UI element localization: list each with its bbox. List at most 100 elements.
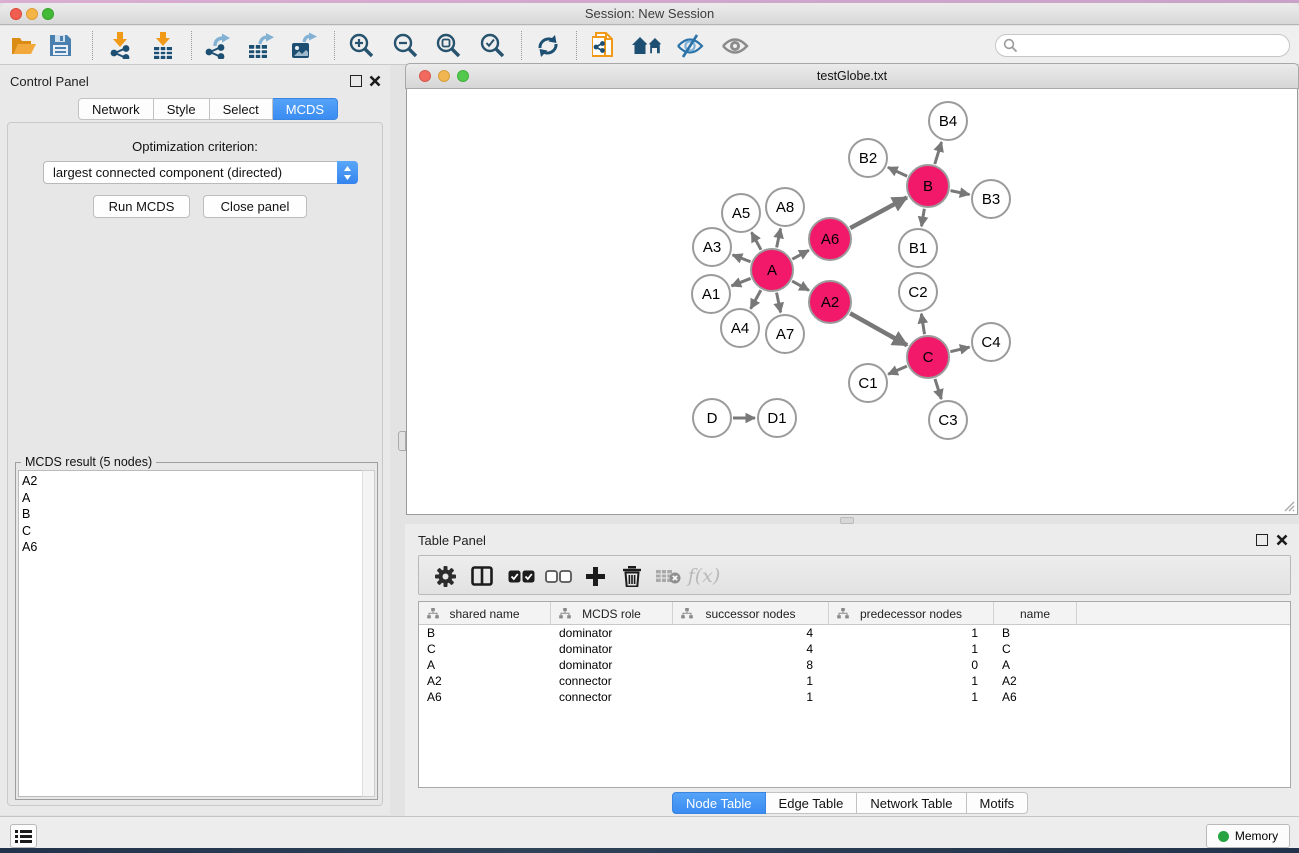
edge-C-C4[interactable]: [950, 347, 969, 352]
graph-node-D1[interactable]: D1: [758, 399, 796, 437]
close-table-panel-icon[interactable]: [1276, 534, 1288, 546]
graph-node-C4[interactable]: C4: [972, 323, 1010, 361]
new-network-file-icon[interactable]: [586, 29, 622, 62]
zoom-fit-icon[interactable]: [430, 29, 466, 62]
graph-node-A7[interactable]: A7: [766, 315, 804, 353]
graph-node-A3[interactable]: A3: [693, 228, 731, 266]
edge-A-A4[interactable]: [751, 290, 761, 309]
delete-columns-trash-icon[interactable]: [616, 560, 648, 592]
graph-node-C[interactable]: C: [907, 336, 949, 378]
search-input[interactable]: [1018, 37, 1289, 55]
open-session-icon[interactable]: [6, 29, 42, 62]
search-field[interactable]: [995, 34, 1290, 57]
tab-mcds[interactable]: MCDS: [273, 98, 338, 120]
hide-graphics-details-icon[interactable]: [672, 29, 708, 62]
table-row[interactable]: Bdominator41B: [419, 625, 1290, 641]
graph-node-C3[interactable]: C3: [929, 401, 967, 439]
mcds-result-item[interactable]: A2: [22, 473, 362, 490]
edge-B-B4[interactable]: [935, 142, 942, 164]
zoom-in-icon[interactable]: [343, 29, 379, 62]
import-network-icon[interactable]: [102, 29, 138, 62]
tab-edge-table[interactable]: Edge Table: [766, 792, 858, 814]
mcds-result-item[interactable]: A: [22, 490, 362, 507]
mcds-result-item[interactable]: C: [22, 523, 362, 540]
edge-A-A7[interactable]: [777, 293, 781, 313]
graph-node-C1[interactable]: C1: [849, 364, 887, 402]
tab-select[interactable]: Select: [210, 98, 273, 120]
zoom-out-icon[interactable]: [387, 29, 423, 62]
network-canvas[interactable]: B4B2BB3A5A8A6B1A3AA1C2A2A4A7C4CC1C3DD1: [406, 89, 1298, 515]
graph-node-B1[interactable]: B1: [899, 229, 937, 267]
create-column-plus-icon[interactable]: [579, 560, 611, 592]
settings-gear-icon[interactable]: [429, 560, 461, 592]
close-panel-button[interactable]: Close panel: [203, 195, 307, 218]
graph-node-B2[interactable]: B2: [849, 139, 887, 177]
edge-C-C1[interactable]: [888, 366, 907, 374]
edge-A2-C[interactable]: [850, 313, 907, 345]
delete-table-icon[interactable]: [652, 560, 684, 592]
column-header-name[interactable]: name: [994, 602, 1077, 625]
graph-node-D[interactable]: D: [693, 399, 731, 437]
graph-node-A1[interactable]: A1: [692, 275, 730, 313]
task-history-button[interactable]: [10, 824, 37, 848]
tab-motifs[interactable]: Motifs: [967, 792, 1029, 814]
edge-A-A6[interactable]: [792, 250, 809, 259]
tab-network-table[interactable]: Network Table: [857, 792, 966, 814]
function-builder-icon[interactable]: f(x): [688, 560, 720, 592]
export-image-icon[interactable]: [286, 29, 322, 62]
edge-A6-B[interactable]: [850, 197, 907, 228]
tab-network[interactable]: Network: [78, 98, 154, 120]
column-header-predecessor-nodes[interactable]: predecessor nodes: [829, 602, 994, 625]
graph-node-A2[interactable]: A2: [809, 281, 851, 323]
edge-A-A8[interactable]: [777, 229, 781, 248]
mcds-result-list[interactable]: A2ABCA6: [18, 470, 363, 797]
graph-node-A4[interactable]: A4: [721, 309, 759, 347]
deselect-all-columns-icon[interactable]: [542, 560, 574, 592]
edge-B-B3[interactable]: [951, 191, 970, 195]
result-list-scrollbar[interactable]: [362, 470, 375, 797]
resize-grip-icon[interactable]: [1282, 499, 1295, 512]
run-mcds-button[interactable]: Run MCDS: [93, 195, 190, 218]
import-table-icon[interactable]: [145, 29, 181, 62]
column-header-shared-name[interactable]: shared name: [419, 602, 551, 625]
show-graphics-details-icon[interactable]: [717, 29, 753, 62]
edge-C-C2[interactable]: [921, 314, 924, 335]
table-row[interactable]: Cdominator41C: [419, 641, 1290, 657]
memory-button[interactable]: Memory: [1206, 824, 1290, 848]
split-view-icon[interactable]: [466, 560, 498, 592]
zoom-selected-icon[interactable]: [474, 29, 510, 62]
export-table-icon[interactable]: [243, 29, 279, 62]
column-header-MCDS-role[interactable]: MCDS role: [551, 602, 673, 625]
close-panel-icon[interactable]: [369, 75, 381, 87]
edge-C-C3[interactable]: [935, 379, 941, 399]
home-icon[interactable]: [629, 29, 665, 62]
edge-A-A3[interactable]: [733, 255, 751, 262]
float-panel-icon[interactable]: [350, 75, 362, 87]
graph-node-A[interactable]: A: [751, 249, 793, 291]
edge-A-A1[interactable]: [731, 278, 750, 286]
float-table-panel-icon[interactable]: [1256, 534, 1268, 546]
edge-A-A2[interactable]: [792, 281, 809, 290]
export-network-icon[interactable]: [200, 29, 236, 62]
network-window-titlebar[interactable]: testGlobe.txt: [405, 63, 1299, 89]
save-session-icon[interactable]: [42, 29, 78, 62]
edge-B-B1[interactable]: [922, 209, 925, 227]
edge-A-A5[interactable]: [752, 232, 762, 249]
graph-node-B4[interactable]: B4: [929, 102, 967, 140]
table-row[interactable]: A6connector11A6: [419, 689, 1290, 705]
table-row[interactable]: A2connector11A2: [419, 673, 1290, 689]
graph-node-A6[interactable]: A6: [809, 218, 851, 260]
graph-node-C2[interactable]: C2: [899, 273, 937, 311]
column-header-successor-nodes[interactable]: successor nodes: [673, 602, 829, 625]
select-all-columns-icon[interactable]: [505, 560, 537, 592]
graph-node-A8[interactable]: A8: [766, 188, 804, 226]
panel-splitter-handle[interactable]: [398, 431, 406, 451]
graph-node-A5[interactable]: A5: [722, 194, 760, 232]
edge-B-B2[interactable]: [888, 167, 907, 176]
tab-node-table[interactable]: Node Table: [672, 792, 766, 814]
horizontal-splitter-handle[interactable]: [840, 517, 854, 524]
mcds-result-item[interactable]: B: [22, 506, 362, 523]
mcds-result-item[interactable]: A6: [22, 539, 362, 556]
criterion-dropdown[interactable]: largest connected component (directed): [43, 161, 358, 184]
graph-node-B3[interactable]: B3: [972, 180, 1010, 218]
